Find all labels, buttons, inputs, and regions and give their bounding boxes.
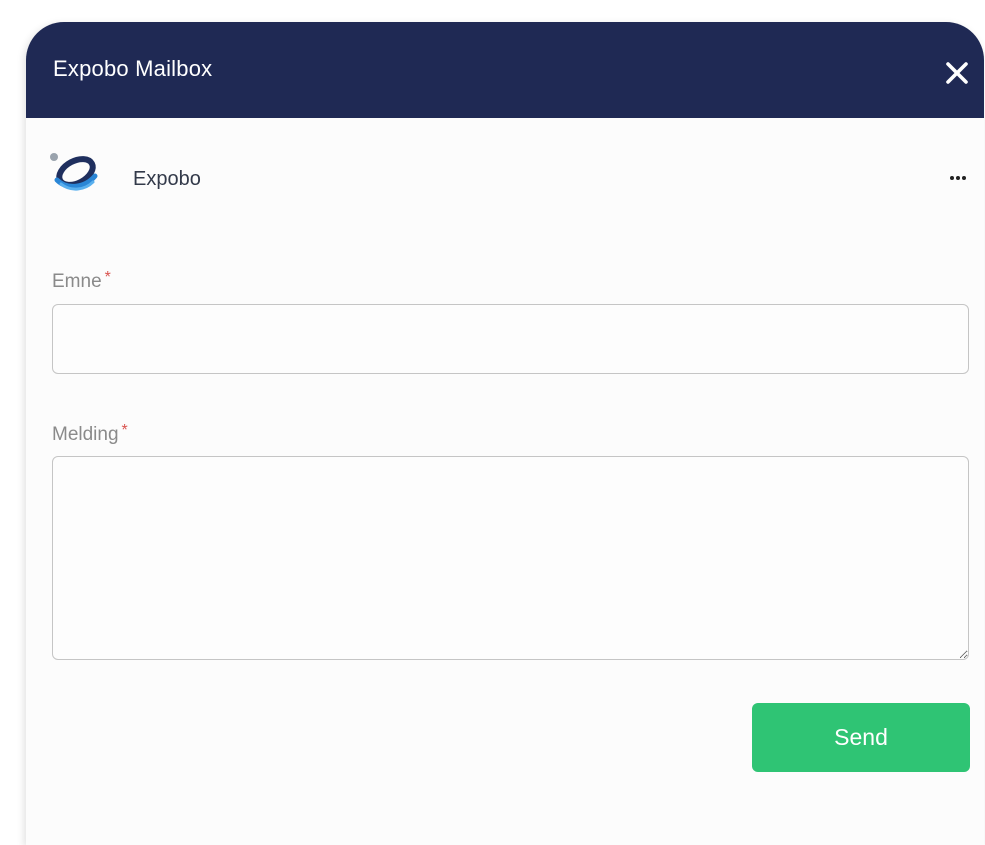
more-horizontal-icon: [950, 176, 966, 180]
close-button[interactable]: [944, 60, 970, 86]
message-label: Melding *: [52, 422, 128, 446]
sender-name: Expobo: [133, 168, 201, 190]
subject-label: Emne *: [52, 269, 111, 293]
message-textarea[interactable]: [52, 456, 969, 660]
close-icon: [946, 62, 968, 84]
subject-input[interactable]: [52, 304, 969, 374]
subject-label-text: Emne: [52, 271, 102, 292]
send-button[interactable]: Send: [752, 703, 970, 772]
expobo-logo-icon: [49, 150, 101, 194]
modal-title: Expobo Mailbox: [53, 56, 213, 81]
modal-header: Expobo Mailbox: [26, 22, 984, 118]
message-label-text: Melding: [52, 424, 119, 445]
required-marker: *: [121, 422, 128, 439]
more-options-button[interactable]: [946, 166, 970, 186]
required-marker: *: [104, 269, 111, 286]
mailbox-modal: Expobo Mailbox Expobo Emne * Melding * Sen: [26, 22, 984, 845]
